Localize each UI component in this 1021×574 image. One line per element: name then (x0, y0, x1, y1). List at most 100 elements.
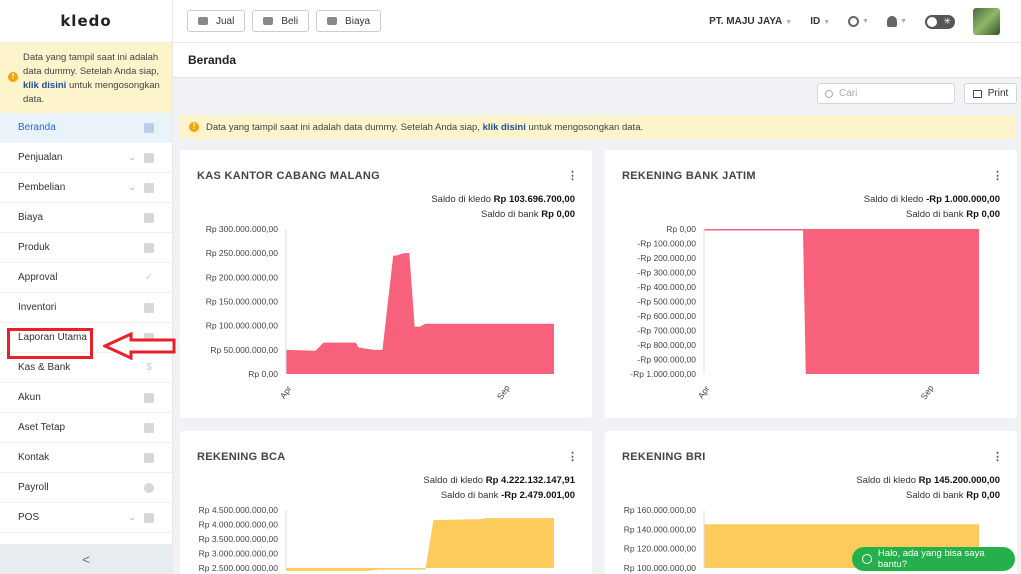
chevron-down-icon: ▼ (900, 18, 907, 25)
payroll-icon (144, 482, 154, 493)
sidebar-item-label: POS (18, 512, 40, 523)
sidebar-item-icons (144, 392, 154, 403)
warning-icon: ! (189, 122, 199, 132)
sidebar-item-label: Kas & Bank (18, 362, 71, 373)
language-dropdown[interactable]: ID ▼ (810, 16, 830, 27)
chevron-down-icon: ⌄ (128, 182, 136, 192)
y-tick-label: Rp 100.000.000,00 (206, 321, 279, 331)
dark-mode-toggle[interactable]: ✳ (925, 14, 955, 29)
sidebar-item-beranda[interactable]: Beranda (0, 113, 172, 143)
sidebar-notice-text: Data yang tampil saat ini adalah data du… (23, 52, 160, 77)
whatsapp-label: Halo, ada yang bisa saya bantu? (877, 548, 985, 570)
pos-icon (144, 512, 154, 523)
y-tick-label: Rp 150.000.000,00 (206, 297, 279, 307)
building-icon (144, 422, 154, 433)
whatsapp-icon (862, 554, 872, 564)
sidebar-item-icons: ✓ (144, 272, 154, 283)
y-tick-label: Rp 100.000.000,00 (624, 563, 697, 573)
bag-icon (263, 17, 274, 25)
ledger-icon (144, 392, 154, 403)
search-input[interactable]: Cari (817, 83, 955, 104)
card-rekening-bank-jatim: REKENING BANK JATIM ⋮ Saldo di kledo -Rp… (605, 150, 1017, 418)
y-tick-label: Rp 3.000.000.000,00 (199, 549, 279, 559)
y-tick-label: -Rp 100.000,00 (637, 239, 696, 249)
sidebar-item-payroll[interactable]: Payroll (0, 473, 172, 503)
search-icon (825, 89, 833, 98)
sidebar-item-label: Aset Tetap (18, 422, 66, 433)
y-tick-label: -Rp 600.000,00 (637, 311, 696, 321)
warning-icon: ! (8, 72, 18, 82)
sidebar-item-aset-tetap[interactable]: Aset Tetap (0, 413, 172, 443)
x-tick-label: Apr (696, 384, 712, 401)
card-kas-kantor-cabang-malang: KAS KANTOR CABANG MALANG ⋮ Saldo di kled… (180, 150, 592, 418)
search-placeholder: Cari (839, 88, 858, 99)
topbar: Jual Beli Biaya PT. MAJU JAYA ▼ ID ▼ ▼ ▼ ✳ (173, 0, 1021, 43)
sidebar-item-penjualan[interactable]: Penjualan ⌄ (0, 143, 172, 173)
card-icon (144, 212, 154, 223)
sidebar-item-pos[interactable]: POS ⌄ (0, 503, 172, 533)
chevron-down-icon: ▼ (785, 19, 793, 26)
sidebar-item-kontak[interactable]: Kontak (0, 443, 172, 473)
y-tick-label: Rp 4.000.000.000,00 (199, 520, 279, 530)
box-icon (144, 242, 154, 253)
sidebar-collapse-button[interactable]: < (0, 544, 172, 574)
y-tick-label: -Rp 900.000,00 (637, 355, 696, 365)
x-tick-label: Sep (495, 383, 512, 401)
y-tick-label: -Rp 800.000,00 (637, 340, 696, 350)
highlight-box (7, 328, 93, 359)
whatsapp-chat-button[interactable]: Halo, ada yang bisa saya bantu? (852, 547, 1015, 571)
sidebar-item-icons (144, 302, 154, 313)
sidebar-item-biaya[interactable]: Biaya (0, 203, 172, 233)
y-tick-label: Rp 140.000.000,00 (624, 524, 697, 534)
sidebar-item-icons (144, 482, 154, 493)
main-notice-text-after: untuk mengosongkan data. (528, 121, 644, 133)
sidebar-item-produk[interactable]: Produk (0, 233, 172, 263)
sidebar-item-icons (144, 122, 154, 133)
kledo-logo[interactable]: kledo (0, 0, 172, 43)
card-rekening-bca: REKENING BCA ⋮ Saldo di kledo Rp 4.222.1… (180, 431, 592, 574)
jual-label: Jual (216, 15, 235, 27)
sidebar: kledo ! Data yang tampil saat ini adalah… (0, 0, 173, 574)
beli-label: Beli (281, 15, 299, 27)
sidebar-item-icons: ⌄ (128, 152, 154, 163)
company-dropdown[interactable]: PT. MAJU JAYA ▼ (709, 16, 792, 27)
main-notice-link[interactable]: klik disini (483, 122, 526, 133)
sidebar-item-pembelian[interactable]: Pembelian ⌄ (0, 173, 172, 203)
area-series (286, 253, 554, 374)
avatar[interactable] (973, 8, 1000, 35)
contact-icon (144, 452, 154, 463)
sidebar-item-label: Approval (18, 272, 58, 283)
history-dropdown[interactable]: ▼ (848, 16, 869, 27)
company-name: PT. MAJU JAYA (709, 16, 783, 27)
sidebar-item-akun[interactable]: Akun (0, 383, 172, 413)
notification-dropdown[interactable]: ▼ (887, 16, 907, 27)
bag-icon (144, 182, 154, 193)
y-tick-label: -Rp 500.000,00 (637, 297, 696, 307)
x-tick-label: Sep (919, 383, 936, 401)
y-tick-label: Rp 120.000.000,00 (624, 544, 697, 554)
sidebar-item-icons (144, 212, 154, 223)
sidebar-item-label: Produk (18, 242, 50, 253)
sidebar-item-label: Pembelian (18, 182, 66, 193)
y-tick-label: -Rp 400.000,00 (637, 282, 696, 292)
sidebar-item-inventori[interactable]: Inventori (0, 293, 172, 323)
sidebar-notice-link[interactable]: klik disini (23, 80, 66, 91)
card-icon (327, 17, 338, 25)
topbar-right: PT. MAJU JAYA ▼ ID ▼ ▼ ▼ ✳ (709, 0, 1021, 43)
chart-kas-kantor: Rp 300.000.000,00 Rp 250.000.000,00 Rp 200… (206, 224, 554, 401)
y-tick-label: -Rp 300.000,00 (637, 268, 696, 278)
y-tick-label: Rp 2.500.000.000,00 (199, 563, 279, 573)
sidebar-item-approval[interactable]: Approval ✓ (0, 263, 172, 293)
sidebar-item-label: Payroll (18, 482, 49, 493)
sidebar-item-label: Penjualan (18, 152, 63, 163)
beli-button[interactable]: Beli (252, 10, 310, 32)
sidebar-item-icons (144, 452, 154, 463)
chart-bca: Rp 4.500.000.000,00 Rp 4.000.000.000,00 Rp… (199, 505, 554, 573)
biaya-button[interactable]: Biaya (316, 10, 382, 32)
jual-button[interactable]: Jual (187, 10, 246, 32)
print-label: Print (987, 88, 1009, 99)
main-notice-text: Data yang tampil saat ini adalah data du… (206, 121, 480, 133)
print-button[interactable]: Print (964, 83, 1017, 104)
printer-icon (972, 89, 982, 98)
area-series (286, 518, 554, 571)
